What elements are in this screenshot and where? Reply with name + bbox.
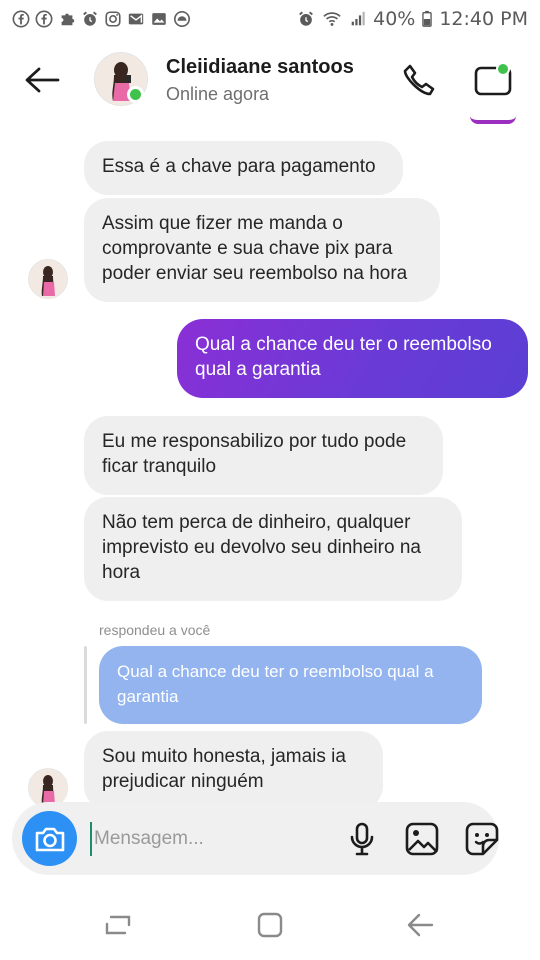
image-icon (405, 822, 439, 856)
contact-avatar-small[interactable] (28, 259, 68, 299)
message-incoming[interactable]: Assim que fizer me manda o comprovante e… (84, 198, 440, 302)
contact-name[interactable]: Cleiidiaane santoos (166, 56, 354, 79)
arrow-left-icon (25, 67, 60, 93)
message-incoming[interactable]: Eu me responsabilizo por tudo pode ficar… (84, 416, 443, 495)
puzzle-icon (58, 10, 76, 28)
clock-time: 12:40 PM (439, 8, 528, 30)
reply-label: respondeu a você (99, 622, 211, 638)
camera-button[interactable] (22, 811, 77, 866)
message-input[interactable] (90, 822, 340, 856)
message-incoming[interactable]: Não tem perca de dinheiro, qualquer impr… (84, 497, 462, 601)
sticker-icon (465, 822, 499, 856)
gallery-icon (150, 10, 168, 28)
battery-percent: 40% (373, 8, 416, 30)
system-nav-bar (0, 886, 540, 960)
contact-status: Online agora (166, 84, 270, 104)
back-button[interactable] (22, 62, 62, 98)
status-bar: 40% 12:40 PM (0, 0, 540, 38)
back-icon (407, 913, 434, 937)
online-indicator (127, 86, 144, 103)
recent-apps-icon (105, 915, 131, 935)
gmail-icon (127, 10, 145, 28)
video-call-button[interactable] (470, 60, 516, 100)
back-nav-button[interactable] (400, 908, 440, 942)
reply-indicator-bar (84, 646, 87, 724)
notification-icons (12, 10, 191, 28)
quoted-message[interactable]: Qual a chance deu ter o reembolso qual a… (99, 646, 482, 724)
voice-message-button[interactable] (343, 820, 381, 858)
gallery-button[interactable] (403, 820, 441, 858)
video-active-indicator (496, 62, 510, 76)
message-list[interactable]: Essa é a chave para pagamento Assim que … (0, 118, 540, 804)
voice-call-button[interactable] (398, 60, 440, 100)
person-photo-icon (29, 769, 67, 804)
wifi-icon (321, 10, 343, 28)
recent-apps-button[interactable] (98, 908, 138, 942)
message-incoming[interactable]: Essa é a chave para pagamento (84, 141, 403, 195)
facebook-icon (35, 10, 53, 28)
battery-icon (421, 10, 433, 28)
microphone-icon (350, 822, 374, 856)
contact-avatar-small[interactable] (28, 768, 68, 804)
signal-icon (349, 10, 367, 28)
person-photo-icon (29, 260, 67, 298)
home-button[interactable] (250, 908, 290, 942)
chat-header: Cleiidiaane santoos Online agora (0, 42, 540, 118)
camera-icon (35, 827, 64, 851)
alarm-icon (81, 10, 99, 28)
system-status: 40% 12:40 PM (297, 8, 528, 30)
facebook-icon (12, 10, 30, 28)
message-composer (12, 802, 499, 875)
phone-icon (403, 64, 435, 96)
message-outgoing[interactable]: Qual a chance deu ter o reembolso qual a… (177, 319, 528, 398)
dashboard-icon (173, 10, 191, 28)
alarm-clock-icon (297, 10, 315, 28)
message-incoming[interactable]: Sou muito honesta, jamais ia prejudicar … (84, 731, 383, 804)
instagram-icon (104, 10, 122, 28)
sticker-button[interactable] (463, 820, 501, 858)
home-icon (257, 912, 283, 938)
